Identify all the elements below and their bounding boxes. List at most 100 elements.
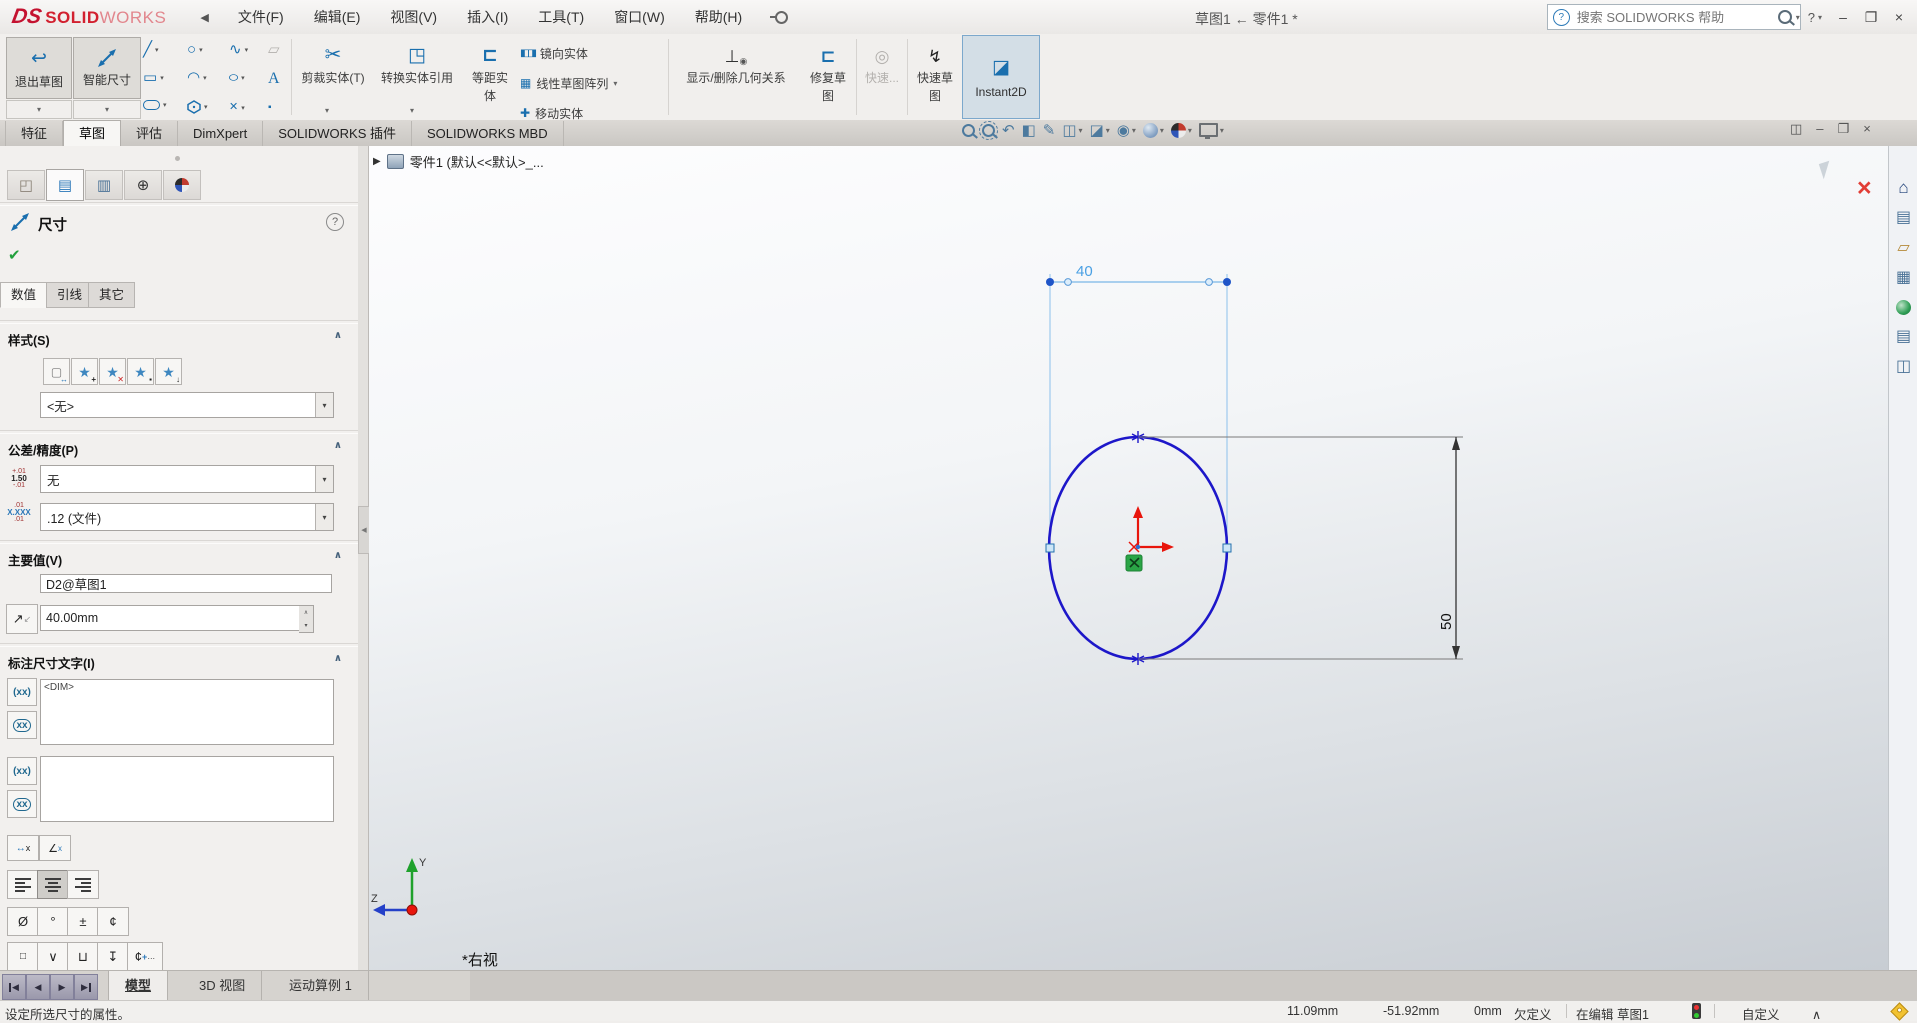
countersink-symbol-button[interactable]: ∨ [37,942,69,971]
last-tab-button[interactable]: ▶ [74,974,98,1000]
edit-appearance-icon[interactable]: ▾ [1142,122,1164,138]
resources-home-icon[interactable]: ⌂ [1898,179,1908,196]
menu-view[interactable]: 视图(V) [375,0,452,34]
cancel-sketch-icon[interactable]: × [1857,174,1872,203]
part-tree-label[interactable]: 零件1 (默认<<默认>_... [410,152,544,171]
panel-collapse-handle[interactable] [175,156,180,161]
tab-dimxpert[interactable]: DimXpert [178,121,264,146]
dim-text-oval-button-2[interactable]: xx [7,790,37,818]
dim40-endpoint[interactable] [1223,278,1231,286]
doc-close-icon[interactable]: × [1863,121,1871,137]
offset-entities-button[interactable]: ⊏ 等距实 体 [464,34,516,103]
diameter-symbol-button[interactable]: Ø [7,907,39,936]
panel-tab-other[interactable]: 其它 [88,282,136,308]
circle-tool[interactable]: ○ ▾ [187,42,203,57]
trim-entities-flyout[interactable]: ▾ [325,102,329,116]
repair-sketch-button[interactable]: ⊏ 修复草 图 [802,34,854,103]
previous-view-icon[interactable]: ↶ [1002,121,1015,139]
style-dropdown[interactable]: <无> ▾ [40,392,334,418]
display-style-icon[interactable]: ◪ ▾ [1090,121,1110,139]
view-orientation-icon[interactable]: ◫ ▾ [1062,121,1082,139]
graphics-viewport[interactable]: ▶ 零件1 (默认<<默认>_... 40 50 Y Z *右视 × [369,146,1888,970]
convert-entities-flyout[interactable]: ▾ [410,102,414,116]
dim-text-paren-button[interactable]: (xx) [7,678,37,706]
displaymanager-tab[interactable] [163,170,201,200]
square-symbol-button[interactable]: □ [7,942,39,971]
degree-symbol-button[interactable]: ° [37,907,69,936]
help-button[interactable]: ? ▾ [1801,10,1829,25]
annotation-view-icon[interactable]: ✎ [1043,121,1056,139]
mirror-entities-button[interactable]: ◧◨ 镜向实体 [520,42,588,64]
search-input[interactable] [1574,8,1774,26]
dimension-text-area-2[interactable] [40,756,334,822]
apply-default-style-button[interactable]: ▢ ↔ [43,358,70,385]
units-selector[interactable]: 自定义 [1742,1004,1780,1023]
dim50-text[interactable]: 50 [1438,613,1455,630]
zoom-fit-icon[interactable] [962,123,975,137]
depth-symbol-button[interactable]: ↧ [97,942,129,971]
menu-insert[interactable]: 插入(I) [452,0,523,34]
tree-expand-icon[interactable]: ▶ [373,156,381,167]
section-view-icon[interactable]: ◧ [1022,121,1036,139]
menu-window[interactable]: 窗口(W) [599,0,680,34]
rectangle-tool[interactable]: ▭ ▾ [143,70,164,85]
tab-3d-views[interactable]: 3D 视图 [183,971,263,1000]
tab-addins[interactable]: SOLIDWORKS 插件 [263,121,412,146]
align-left-button[interactable] [7,870,39,899]
search-options-caret-icon[interactable]: ▾ [1796,13,1800,22]
align-right-button[interactable] [67,870,99,899]
dim40-arrow-handle[interactable] [1064,278,1072,286]
line-tool[interactable]: ╱ ▾ [143,42,159,57]
restore-button[interactable]: ❐ [1857,6,1885,28]
close-button[interactable]: × [1885,6,1913,28]
panel-help-icon[interactable]: ? [326,213,344,231]
menu-edit[interactable]: 编辑(E) [299,0,376,34]
dim40-arrow-handle[interactable] [1205,278,1213,286]
convert-entities-button[interactable]: ◳ 转换实体引用 [374,34,460,85]
doc-minimize-icon[interactable]: – [1816,121,1823,137]
dimension-name-field[interactable] [40,574,332,593]
angular-dim-text-button[interactable]: ∠ x [39,835,71,861]
dimension-value-field[interactable] [40,605,304,631]
linear-sketch-pattern-button[interactable]: ▦ 线性草图阵列 ▾ [520,72,617,94]
menu-help[interactable]: 帮助(H) [680,0,757,34]
circle-left-handle[interactable] [1045,543,1055,553]
style-collapse-icon[interactable]: ∧ [334,330,342,341]
exit-sketch-button[interactable]: ↩ 退出草图 [6,37,72,99]
add-style-button[interactable]: ★ + [71,358,98,385]
custom-properties-icon[interactable]: ▤ [1896,329,1911,345]
polygon-tool[interactable]: ▾ [187,100,208,114]
value-spinner[interactable]: ∧ ▾ [299,605,314,633]
search-box[interactable]: ? ▾ [1546,4,1801,30]
menu-tools[interactable]: 工具(T) [523,0,599,34]
horizontal-dim-text-button[interactable]: ↔ x [7,835,39,861]
tolerance-collapse-icon[interactable]: ∧ [334,440,342,451]
rapid-sketch-button[interactable]: ↯ 快速草 图 [910,34,960,103]
slot-tool[interactable]: ▾ [143,100,167,110]
sketch-text-tool[interactable]: A [268,70,280,88]
dim-text-oval-button[interactable]: xx [7,711,37,739]
pattern-caret-icon[interactable]: ▾ [613,79,617,88]
sketch-trim-small-tool[interactable]: ✕ ▾ [229,100,245,115]
feature-tree-flyout[interactable]: ▶ 零件1 (默认<<默认>_... [373,152,544,171]
more-symbols-button[interactable]: ¢ +… [127,942,163,971]
ellipse-tool[interactable]: ○ ▾ [227,70,244,85]
quick-tip-tag-icon[interactable] [1890,1002,1909,1021]
dim40-text[interactable]: 40 [1076,263,1093,280]
dim40-endpoint[interactable] [1046,278,1054,286]
primary-value-collapse-icon[interactable]: ∧ [334,550,342,561]
design-library-icon[interactable]: ▤ [1896,210,1911,226]
dim-text-paren-button-2[interactable]: (xx) [7,757,37,785]
featuremanager-tab[interactable]: ◰ [7,170,45,200]
configurationmanager-tab[interactable]: ▥ [85,170,123,200]
tab-motion-study[interactable]: 运动算例 1 [273,971,369,1000]
view-settings-icon[interactable]: ▾ [1198,123,1224,139]
first-tab-button[interactable]: ◀ [2,974,26,1000]
performance-light-icon[interactable] [1692,1003,1701,1019]
save-style-button[interactable]: ★ ▪ [127,358,154,385]
propertymanager-tab[interactable]: ▤ [46,169,84,201]
circle-right-handle[interactable] [1222,543,1232,553]
spline-tool[interactable]: ∿ ▾ [229,42,248,57]
tab-evaluate[interactable]: 评估 [121,121,179,146]
plusminus-symbol-button[interactable]: ± [67,907,99,936]
